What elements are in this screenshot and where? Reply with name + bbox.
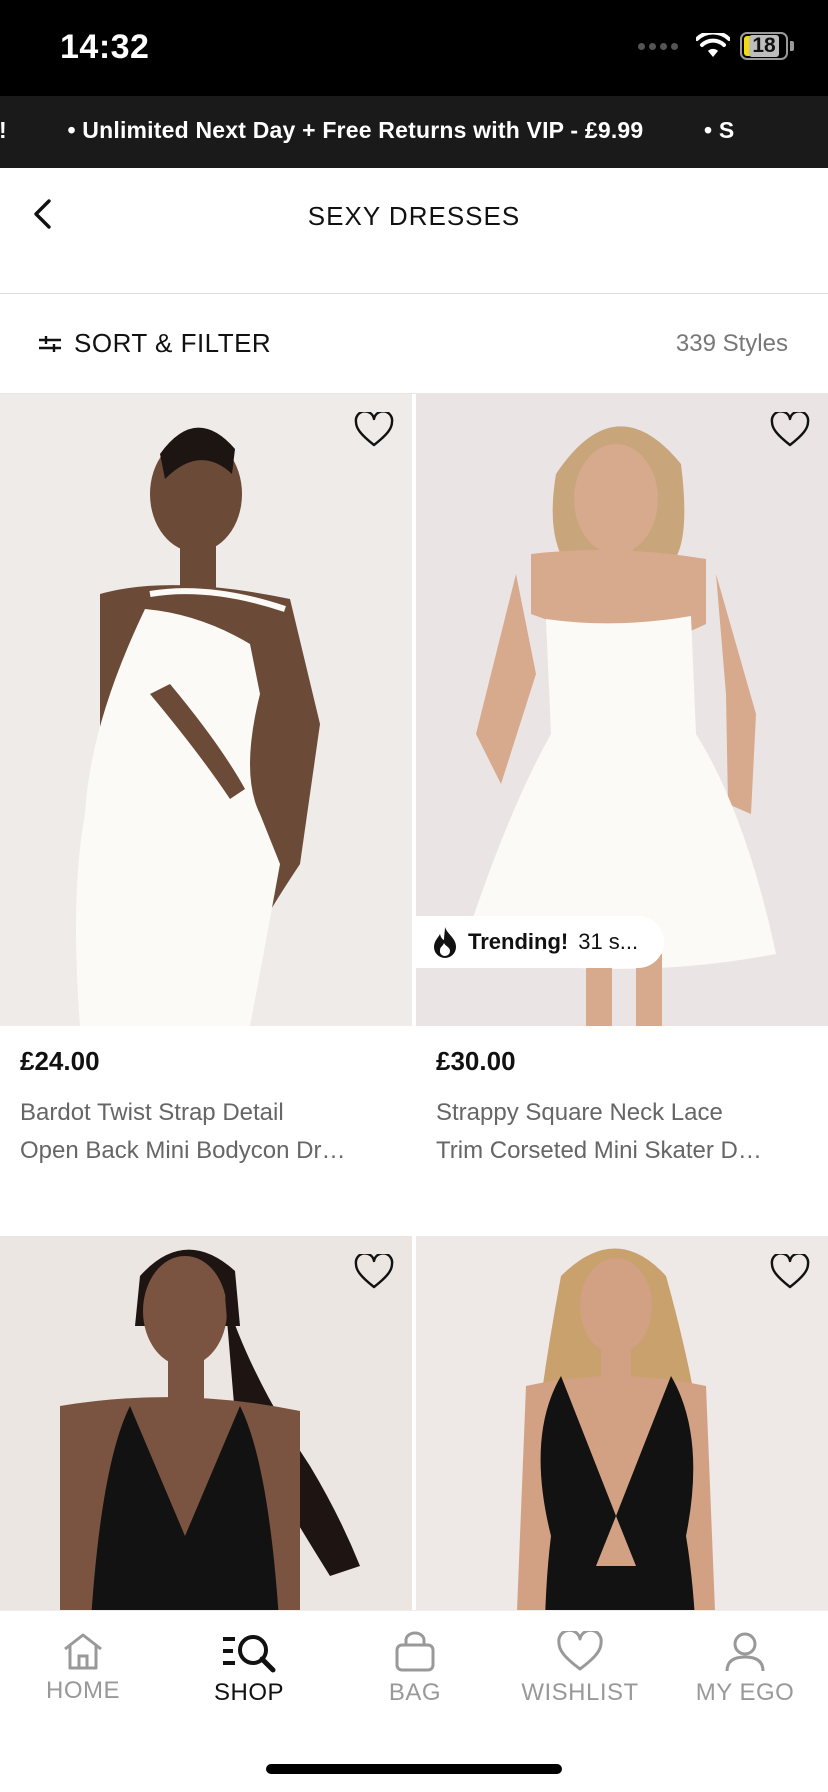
tab-my-ego[interactable]: MY EGO bbox=[662, 1631, 828, 1707]
battery-icon: 18 bbox=[740, 32, 788, 60]
flame-icon bbox=[434, 927, 456, 958]
tab-label: BAG bbox=[388, 1679, 442, 1706]
page-header: SEXY DRESSES bbox=[0, 168, 828, 294]
wishlist-heart-icon[interactable] bbox=[354, 412, 394, 448]
wishlist-heart-icon[interactable] bbox=[354, 1254, 394, 1290]
wifi-icon bbox=[696, 33, 730, 57]
sliders-icon bbox=[39, 335, 61, 352]
sort-filter-label: SORT & FILTER bbox=[74, 328, 272, 358]
tab-label: MY EGO bbox=[695, 1679, 795, 1706]
model-photo bbox=[0, 394, 412, 1026]
tab-label: SHOP bbox=[213, 1679, 284, 1706]
person-icon bbox=[725, 1632, 765, 1672]
bag-icon bbox=[395, 1631, 435, 1672]
product-image[interactable]: Trending! 31 s... bbox=[416, 394, 828, 1026]
status-bar: 14:32 18 bbox=[0, 0, 828, 96]
tab-bag[interactable]: BAG bbox=[332, 1631, 498, 1707]
home-icon bbox=[64, 1633, 102, 1670]
cellular-signal-icon bbox=[638, 42, 678, 50]
tab-label: HOME bbox=[46, 1677, 120, 1704]
tab-shop[interactable]: SHOP bbox=[166, 1631, 332, 1707]
promo-message: • S bbox=[704, 117, 735, 143]
product-name[interactable]: Bardot Twist Strap Detail Open Back Mini… bbox=[20, 1094, 398, 1170]
promo-banner[interactable]: s! • Unlimited Next Day + Free Returns w… bbox=[0, 96, 828, 168]
tab-home[interactable]: HOME bbox=[0, 1631, 166, 1705]
trending-badge: Trending! 31 s... bbox=[416, 916, 665, 968]
wishlist-heart-icon[interactable] bbox=[770, 1254, 810, 1290]
product-price: £24.00 bbox=[20, 1046, 100, 1076]
promo-message: s! bbox=[0, 117, 7, 143]
promo-message: • Unlimited Next Day + Free Returns with… bbox=[67, 117, 644, 143]
styles-count: 339 Styles bbox=[675, 330, 788, 357]
status-icons: 18 bbox=[638, 32, 794, 60]
product-price: £30.00 bbox=[436, 1046, 516, 1076]
heart-icon bbox=[557, 1631, 603, 1671]
sort-filter-button[interactable]: SORT & FILTER bbox=[38, 328, 271, 359]
home-indicator bbox=[266, 1764, 562, 1774]
tab-wishlist[interactable]: WISHLIST bbox=[497, 1631, 663, 1707]
battery-level: 18 bbox=[749, 35, 779, 57]
wishlist-heart-icon[interactable] bbox=[770, 412, 810, 448]
trending-label: Trending! bbox=[468, 929, 569, 954]
page-title: SEXY DRESSES bbox=[307, 201, 521, 231]
status-time: 14:32 bbox=[60, 28, 150, 66]
shop-search-icon bbox=[223, 1635, 276, 1673]
product-image[interactable] bbox=[0, 394, 412, 1026]
product-name[interactable]: Strappy Square Neck Lace Trim Corseted M… bbox=[436, 1094, 814, 1170]
trending-detail: 31 s... bbox=[578, 929, 639, 954]
tab-label: WISHLIST bbox=[521, 1679, 639, 1706]
filter-bar: SORT & FILTER 339 Styles bbox=[0, 294, 828, 394]
